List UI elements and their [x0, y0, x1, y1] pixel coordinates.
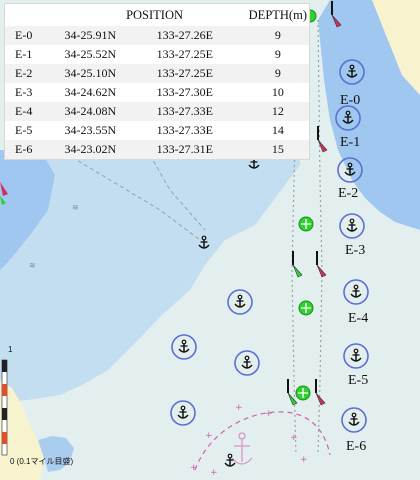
anchorage-label: E-5 [348, 373, 368, 388]
anchorage-id-cell: E-6 [15, 142, 33, 156]
anchorage-label: E-2 [338, 186, 358, 201]
depth-cell: 15 [271, 142, 284, 156]
scale-bar-tick-label: 1 [8, 345, 13, 354]
anchorage-label: E-4 [348, 311, 368, 326]
anchorage-label: E-0 [340, 93, 360, 108]
svg-text:≋: ≋ [72, 203, 79, 212]
table-row: E-0 34-25.91N 133-27.26E 9 [5, 26, 309, 45]
longitude-cell: 133-27.33E [156, 104, 213, 118]
anchorage-id-cell: E-1 [15, 47, 33, 61]
latitude-cell: 34-24.62N [64, 85, 117, 99]
green-buoy-icon [298, 300, 314, 316]
latitude-cell: 34-25.52N [64, 47, 117, 61]
depth-cell: 9 [274, 47, 281, 61]
table-row: E-3 34-24.62N 133-27.30E 10 [5, 83, 309, 102]
svg-text:+: + [235, 403, 243, 413]
anchorage-label: E-6 [346, 439, 366, 454]
green-buoy-icon [295, 385, 311, 401]
svg-text:+: + [290, 433, 298, 443]
anchorage-id-cell: E-2 [15, 66, 33, 80]
anchorage-id-cell: E-0 [15, 28, 33, 42]
longitude-cell: 133-27.26E [156, 28, 213, 42]
longitude-cell: 133-27.25E [156, 47, 213, 61]
latitude-cell: 34-23.02N [64, 142, 117, 156]
svg-text:+: + [265, 409, 273, 419]
table-row: E-6 34-23.02N 133-27.31E 15 [5, 140, 309, 159]
anchorage-position-table: POSITION DEPTH(m) E-0 34-25.91N 133-27.26E… [5, 4, 309, 159]
latitude-cell: 34-25.10N [64, 66, 117, 80]
header-position: POSITION [126, 7, 184, 22]
scale-bar [1, 359, 8, 456]
table-body: E-0 34-25.91N 133-27.26E 9 E-1 34-25.52N 133-2… [5, 26, 309, 159]
latitude-cell: 34-23.55N [64, 123, 117, 137]
anchorage-label: E-3 [345, 243, 365, 258]
nautical-chart: + + + + + + + ≋ ≋ 1 0 (0.1マイル目盛) E-0 E-1 E-2 E-3 E… [0, 0, 420, 480]
longitude-cell: 133-27.25E [156, 66, 213, 80]
depth-cell: 9 [274, 28, 281, 42]
anchorage-id-cell: E-5 [15, 123, 33, 137]
anchorage-label: E-1 [340, 135, 360, 150]
table-header-row: POSITION DEPTH(m) [5, 4, 309, 26]
anchorage-id-cell: E-4 [15, 104, 33, 118]
longitude-cell: 133-27.33E [156, 123, 213, 137]
svg-text:+: + [190, 463, 198, 473]
svg-text:+: + [205, 431, 213, 441]
header-depth: DEPTH(m) [248, 7, 307, 22]
depth-cell: 10 [271, 85, 284, 99]
table-row: E-5 34-23.55N 133-27.33E 14 [5, 121, 309, 140]
longitude-cell: 133-27.31E [156, 142, 213, 156]
table-row: E-2 34-25.10N 133-27.25E 9 [5, 64, 309, 83]
green-buoy-icon [298, 216, 314, 232]
depth-cell: 9 [274, 66, 281, 80]
scale-bar-label: 0 (0.1マイル目盛) [10, 456, 73, 466]
table-row: E-4 34-24.08N 133-27.33E 12 [5, 102, 309, 121]
header-id [5, 4, 62, 26]
latitude-cell: 34-25.91N [64, 28, 117, 42]
latitude-cell: 34-24.08N [64, 104, 117, 118]
longitude-cell: 133-27.30E [156, 85, 213, 99]
depth-cell: 12 [271, 104, 284, 118]
depth-cell: 14 [271, 123, 284, 137]
anchorage-id-cell: E-3 [15, 85, 33, 99]
table-row: E-1 34-25.52N 133-27.25E 9 [5, 45, 309, 64]
svg-text:≋: ≋ [29, 261, 36, 270]
svg-text:+: + [210, 468, 218, 478]
svg-text:+: + [300, 455, 308, 465]
